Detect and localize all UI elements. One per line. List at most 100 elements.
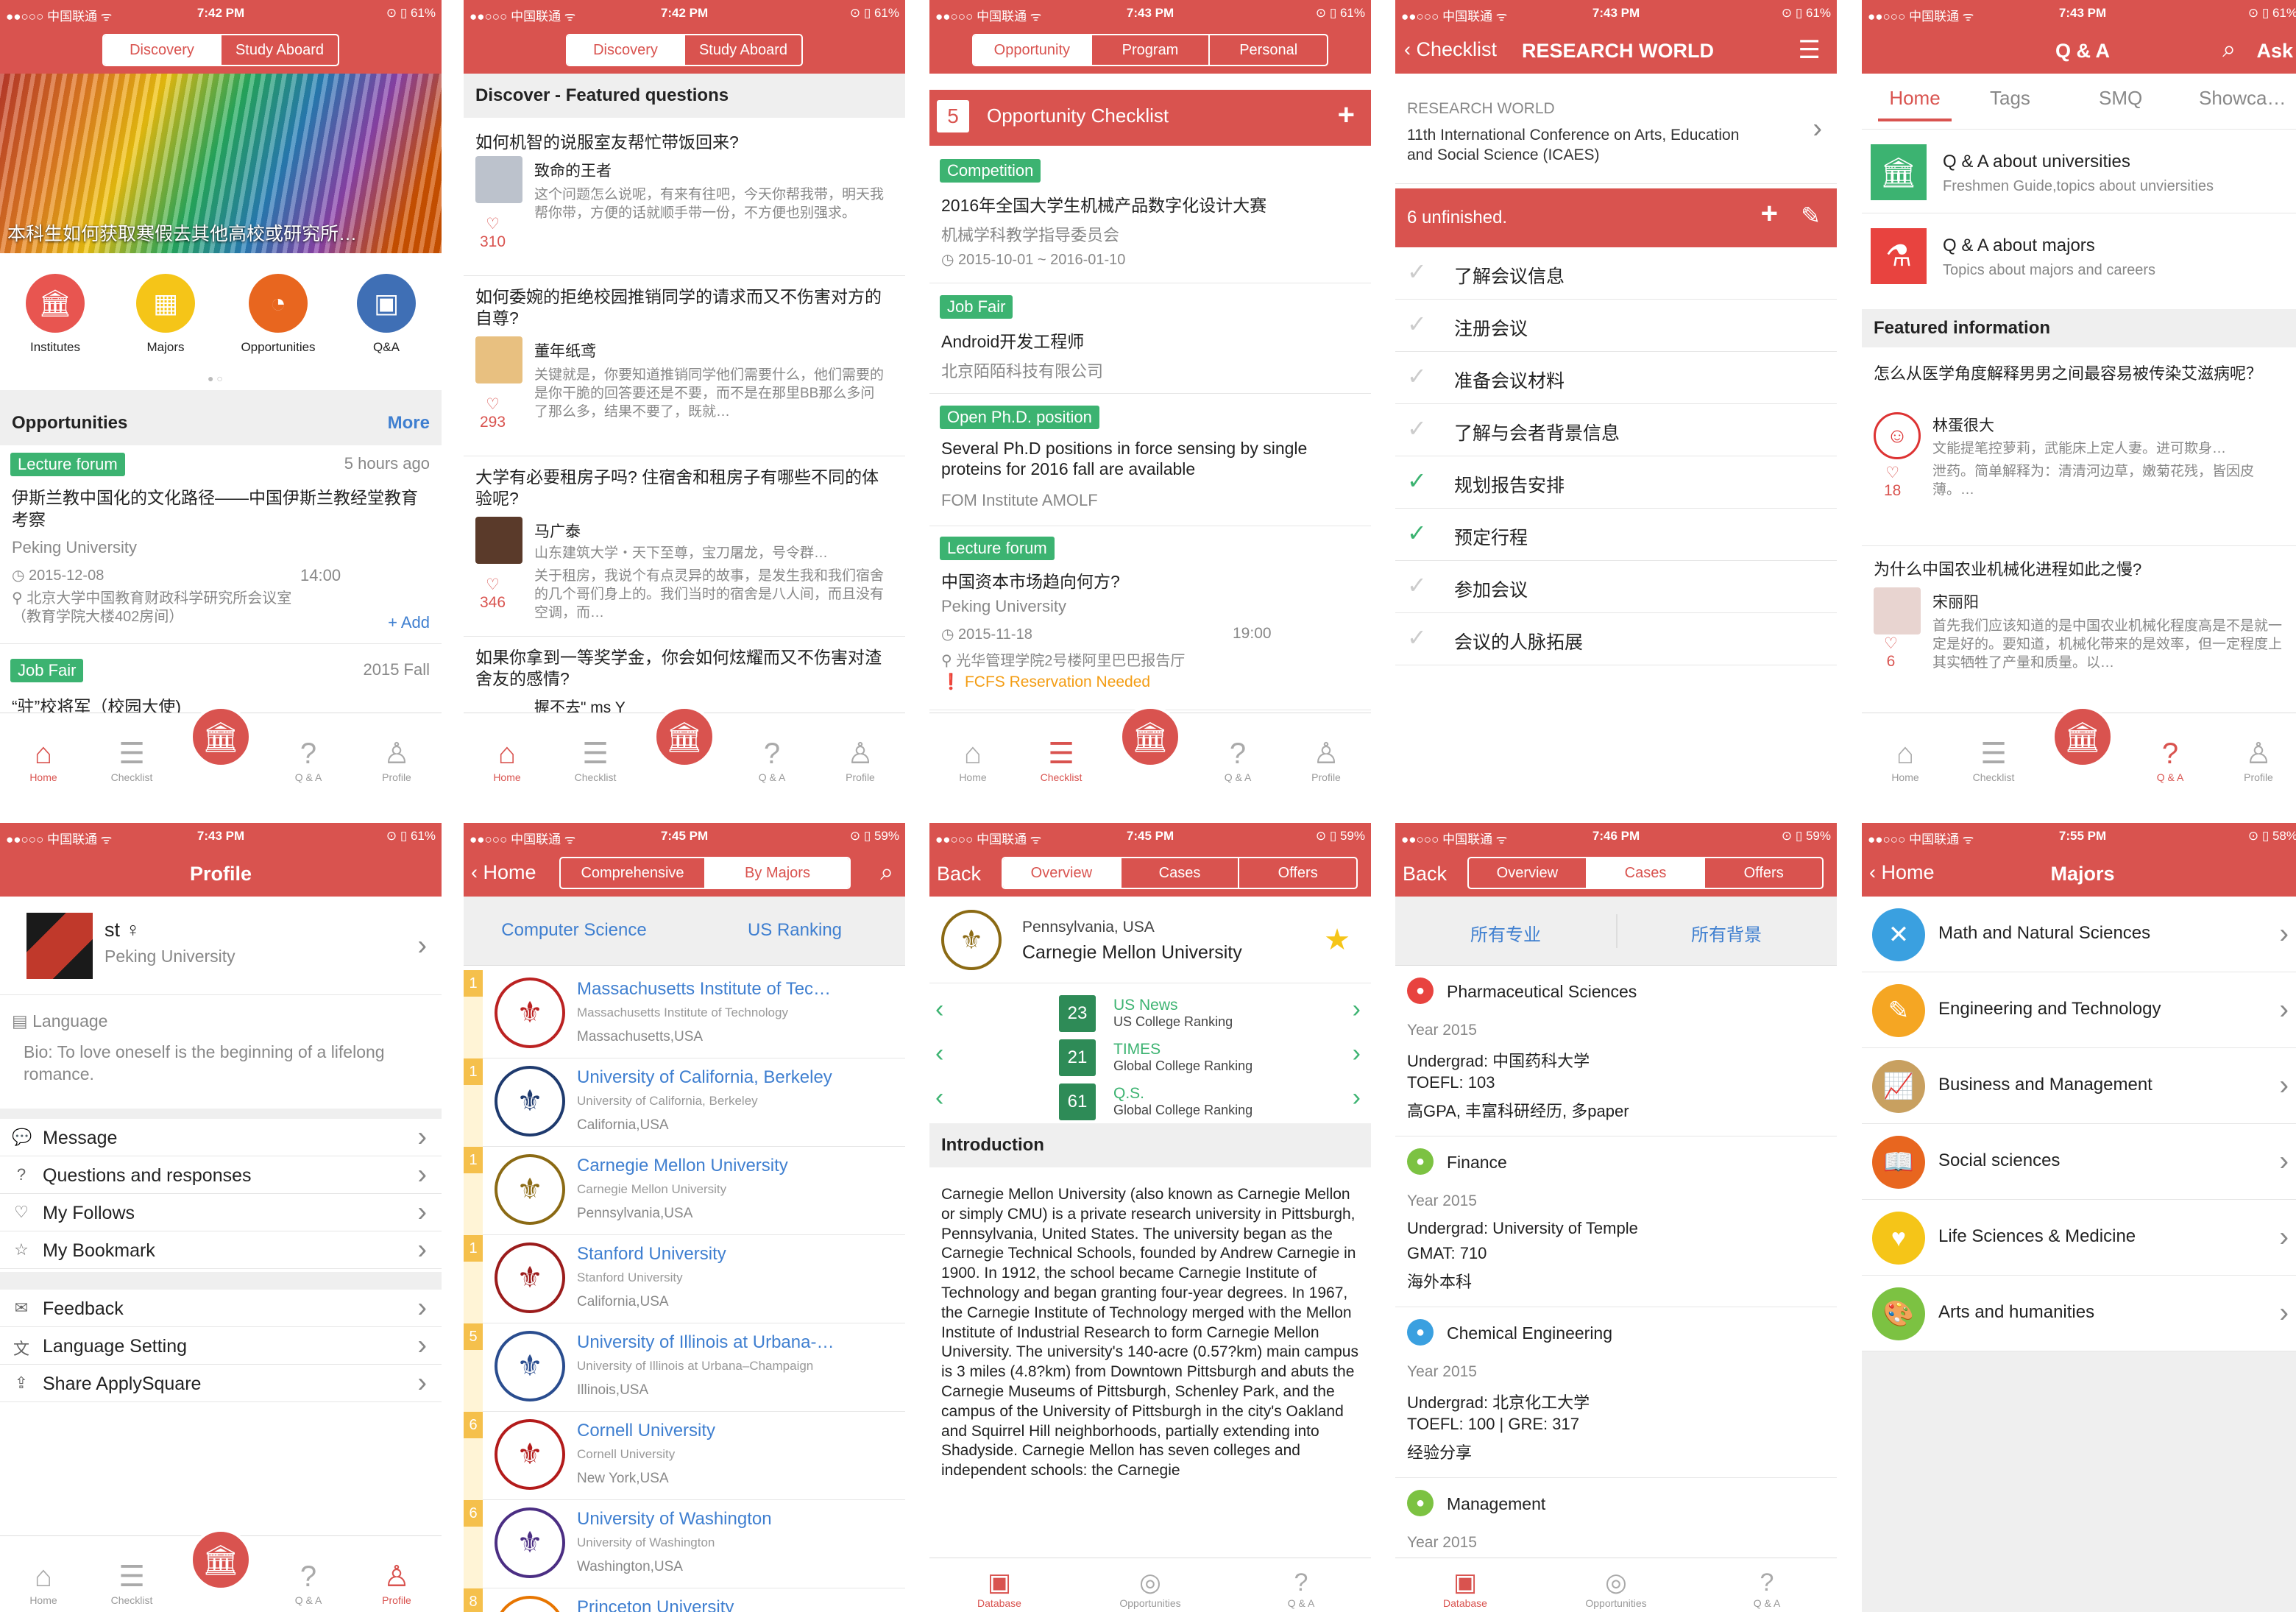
checkmark-icon[interactable]: ✓ <box>1407 258 1427 286</box>
seg-opportunity[interactable]: Opportunity <box>974 35 1091 65</box>
tab-qa[interactable]: ? Q & A <box>1268 1568 1334 1609</box>
favorite-star-icon[interactable]: ★ <box>1324 923 1350 957</box>
search-icon[interactable]: ⌕ <box>2222 35 2236 63</box>
tab-home[interactable]: ⌂ Home <box>10 736 77 783</box>
profile-card[interactable]: st ♀ Peking University › <box>0 897 442 995</box>
institution-hub-button[interactable]: 🏛 <box>2052 706 2113 768</box>
task-item[interactable]: ✓ 了解与会者背景信息 <box>1395 404 1837 456</box>
majors-shortcut[interactable]: ▦ Majors <box>132 274 199 355</box>
like-count[interactable]: ♡ 293 <box>480 395 506 431</box>
seg-by-majors[interactable]: By Majors <box>704 858 849 888</box>
tab-home[interactable]: ⌂ Home <box>940 736 1006 783</box>
like-count[interactable]: ♡ 18 <box>1884 464 1901 500</box>
seg-offers[interactable]: Offers <box>1704 858 1822 888</box>
checkmark-icon[interactable]: ✓ <box>1407 310 1427 338</box>
tab-profile[interactable]: ♙ Profile <box>364 1559 430 1606</box>
major-row[interactable]: ♥ Life Sciences & Medicine › <box>1862 1200 2296 1276</box>
chevron-left-icon[interactable]: ‹ <box>935 1083 943 1112</box>
case-card[interactable]: ● Pharmaceutical Sciences Year 2015 Undergr… <box>1395 966 1837 1136</box>
question-card[interactable]: 如何委婉的拒绝校园推销同学的请求而又不伤害对方的自尊? 董年纸鸢 关键就是，你要… <box>464 276 905 456</box>
menu-item[interactable]: ♡ My Follows › <box>0 1194 442 1231</box>
university-row[interactable]: 6 ⚜ University of Washington University of … <box>464 1500 905 1588</box>
opportunity-item[interactable]: Job Fair 2015 Fall “驻”校将军（校园大使) <box>0 644 442 716</box>
tab-checklist[interactable]: ☰ Checklist <box>99 736 165 783</box>
opportunity-card[interactable]: Competition 2016年全国大学生机械产品数字化设计大赛 机械学科教学… <box>929 155 1371 283</box>
conference-info[interactable]: RESEARCH WORLD 11th International Confer… <box>1395 74 1837 184</box>
tab-profile[interactable]: ♙ Profile <box>364 736 430 783</box>
all-majors-filter[interactable]: 所有专业 <box>1395 920 1616 946</box>
seg-discovery[interactable]: Discovery <box>104 35 220 65</box>
tab-showcase[interactable]: Showca… <box>2199 87 2286 110</box>
tab-qa[interactable]: ? Q & A <box>275 1559 341 1606</box>
university-row[interactable]: 1 ⚜ University of California, Berkeley Univ… <box>464 1058 905 1147</box>
tab-home[interactable]: ⌂ Home <box>1872 736 1938 783</box>
seg-cases[interactable]: Cases <box>1119 858 1239 888</box>
university-row[interactable]: 1 ⚜ Stanford University Stanford University… <box>464 1235 905 1323</box>
tab-qa[interactable]: ? Q & A <box>1205 736 1271 783</box>
university-row[interactable]: 1 ⚜ Carnegie Mellon University Carnegie Mel… <box>464 1147 905 1235</box>
checkmark-icon[interactable]: ✓ <box>1407 362 1427 390</box>
tab-checklist[interactable]: ☰ Checklist <box>1028 736 1094 783</box>
menu-item[interactable]: 💬 Message › <box>0 1119 442 1156</box>
chevron-left-icon[interactable]: ‹ <box>935 1039 943 1068</box>
institution-hub-button[interactable]: 🏛 <box>190 1529 252 1591</box>
edit-pencil-icon[interactable]: ✎ <box>1801 202 1821 230</box>
tab-checklist[interactable]: ☰ Checklist <box>562 736 628 783</box>
menu-item[interactable]: ? Questions and responses › <box>0 1156 442 1194</box>
institution-hub-button[interactable]: 🏛 <box>653 706 715 768</box>
case-card[interactable]: ● Finance Year 2015 Undergrad: University o… <box>1395 1136 1837 1307</box>
task-item[interactable]: ✓ 预定行程 <box>1395 509 1837 561</box>
back-button[interactable]: ‹ Home <box>471 861 536 884</box>
task-item[interactable]: ✓ 准备会议材料 <box>1395 352 1837 404</box>
institution-hub-button[interactable]: 🏛 <box>1119 706 1181 768</box>
more-link[interactable]: More <box>388 413 430 434</box>
task-item[interactable]: ✓ 规划报告安排 <box>1395 456 1837 509</box>
seg-study-aboard[interactable]: Study Aboard <box>684 35 801 65</box>
add-button[interactable]: + <box>1338 99 1355 132</box>
question-card[interactable]: 大学有必要租房子吗? 住宿舍和租房子有哪些不同的体验呢? 马广泰 山东建筑大学・… <box>464 456 905 637</box>
tab-qa[interactable]: ? Q & A <box>275 736 341 783</box>
like-count[interactable]: ♡ 6 <box>1884 634 1898 671</box>
tab-checklist[interactable]: ☰ Checklist <box>99 1559 165 1606</box>
major-row[interactable]: ✎ Engineering and Technology › <box>1862 972 2296 1048</box>
tab-home[interactable]: ⌂ Home <box>474 736 540 783</box>
tab-qa[interactable]: ? Q & A <box>2137 736 2203 783</box>
checkmark-icon[interactable]: ✓ <box>1407 571 1427 599</box>
task-item[interactable]: ✓ 了解会议信息 <box>1395 247 1837 300</box>
add-task-button[interactable]: + <box>1761 197 1778 230</box>
chevron-right-icon[interactable]: › <box>1353 1083 1361 1112</box>
chevron-right-icon[interactable]: › <box>1353 1039 1361 1068</box>
search-icon[interactable]: ⌕ <box>880 858 893 886</box>
institutes-shortcut[interactable]: 🏛 Institutes <box>22 274 88 355</box>
ranking-filter[interactable]: US Ranking <box>684 920 905 941</box>
opportunity-item[interactable]: Lecture forum 5 hours ago 伊斯兰教中国化的文化路径——… <box>0 445 442 644</box>
like-count[interactable]: ♡ 310 <box>480 215 506 251</box>
add-button[interactable]: + Add <box>388 613 430 632</box>
like-count[interactable]: ♡ 346 <box>480 576 506 612</box>
tab-home[interactable]: ⌂ Home <box>10 1559 77 1606</box>
seg-offers[interactable]: Offers <box>1238 858 1356 888</box>
tab-profile[interactable]: ♙ Profile <box>2225 736 2292 783</box>
seg-personal[interactable]: Personal <box>1208 35 1327 65</box>
task-item[interactable]: ✓ 参加会议 <box>1395 561 1837 613</box>
chevron-right-icon[interactable]: › <box>1353 995 1361 1024</box>
seg-program[interactable]: Program <box>1090 35 1209 65</box>
tab-qa[interactable]: ? Q & A <box>739 736 805 783</box>
tab-checklist[interactable]: ☰ Checklist <box>1960 736 2027 783</box>
tab-database[interactable]: ▣ Database <box>966 1568 1032 1609</box>
major-filter[interactable]: Computer Science <box>464 920 684 941</box>
university-row[interactable]: 8 ⚜ Princeton University <box>464 1588 905 1612</box>
opportunity-card[interactable]: Open Ph.D. position Several Ph.D positio… <box>929 394 1371 526</box>
tab-home[interactable]: Home <box>1878 87 1952 121</box>
checkmark-icon[interactable]: ✓ <box>1407 467 1427 495</box>
question-card[interactable]: 怎么从医学角度解释男男之间最容易被传染艾滋病呢？ ☺ 林蛋很大 文能提笔控萝莉，… <box>1862 353 2296 546</box>
question-card[interactable]: 为什么中国农业机械化进程如此之慢? 宋丽阳 首先我们应该知道的是中国农业机械化程… <box>1862 546 2296 708</box>
seg-discovery[interactable]: Discovery <box>567 35 684 65</box>
task-item[interactable]: ✓ 注册会议 <box>1395 300 1837 352</box>
menu-item[interactable]: ✉ Feedback › <box>0 1290 442 1327</box>
major-row[interactable]: 🎨 Arts and humanities › <box>1862 1276 2296 1351</box>
banner-image[interactable]: 本科生如何获取寒假去其他高校或研究所… <box>0 74 442 253</box>
checkmark-icon[interactable]: ✓ <box>1407 414 1427 442</box>
university-row[interactable]: 6 ⚜ Cornell University Cornell University Ne… <box>464 1412 905 1500</box>
menu-item[interactable]: ☆ My Bookmark › <box>0 1231 442 1269</box>
